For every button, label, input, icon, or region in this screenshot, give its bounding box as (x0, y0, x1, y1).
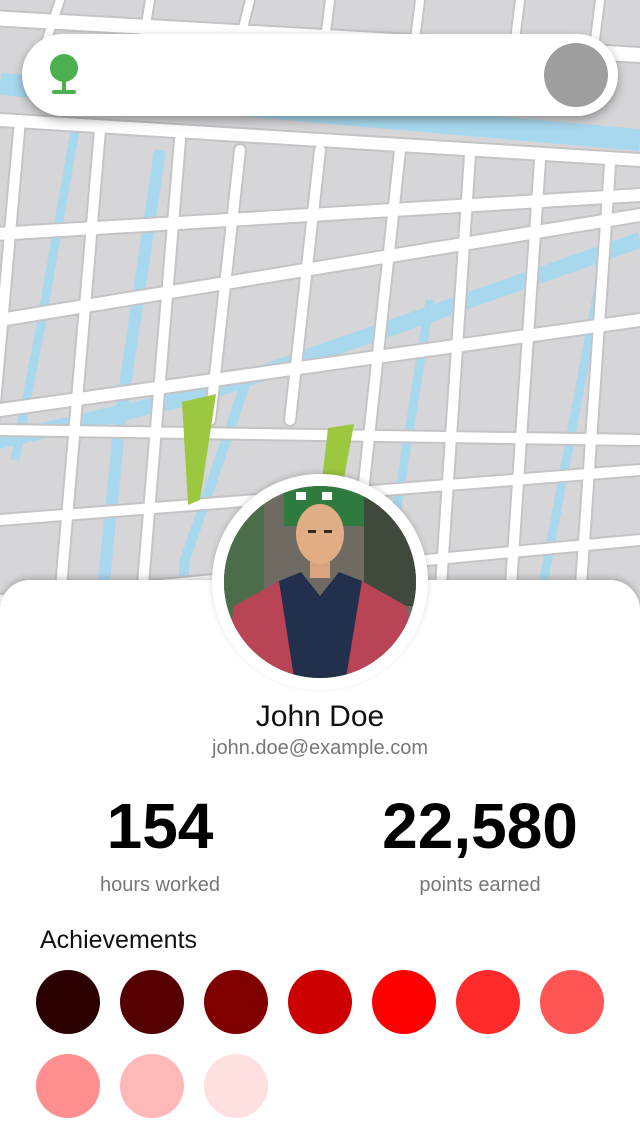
achievement-badge[interactable] (540, 970, 604, 1034)
stat-label: hours worked (99, 874, 221, 896)
stat-value: 154 (106, 790, 214, 862)
achievement-badge[interactable] (204, 1054, 268, 1118)
achievements-title: Achievements (40, 926, 198, 954)
profile-photo-image (224, 486, 416, 678)
stat-value: 22,580 (382, 790, 578, 862)
achievement-badge[interactable] (36, 1054, 100, 1118)
achievement-badge[interactable] (120, 970, 184, 1034)
achievement-badge[interactable] (120, 1054, 184, 1118)
stat-points-earned: 22,580 points earned (360, 790, 600, 897)
profile-photo (224, 486, 416, 678)
achievement-badge[interactable] (288, 970, 352, 1034)
stat-hours-worked: 154 hours worked (40, 790, 280, 897)
achievement-badge[interactable] (204, 970, 268, 1034)
stat-label: points earned (419, 874, 541, 896)
achievement-badge[interactable] (372, 970, 436, 1034)
app-screen: John Doe john.doe@example.com 154 hours … (0, 0, 640, 1136)
user-avatar-button[interactable] (544, 43, 608, 107)
profile-name: John Doe (255, 700, 385, 733)
achievement-badge[interactable] (36, 970, 100, 1034)
achievement-badge[interactable] (456, 970, 520, 1034)
search-bar[interactable] (22, 34, 618, 116)
profile-email: john.doe@example.com (212, 737, 428, 759)
tree-icon[interactable] (44, 52, 84, 98)
